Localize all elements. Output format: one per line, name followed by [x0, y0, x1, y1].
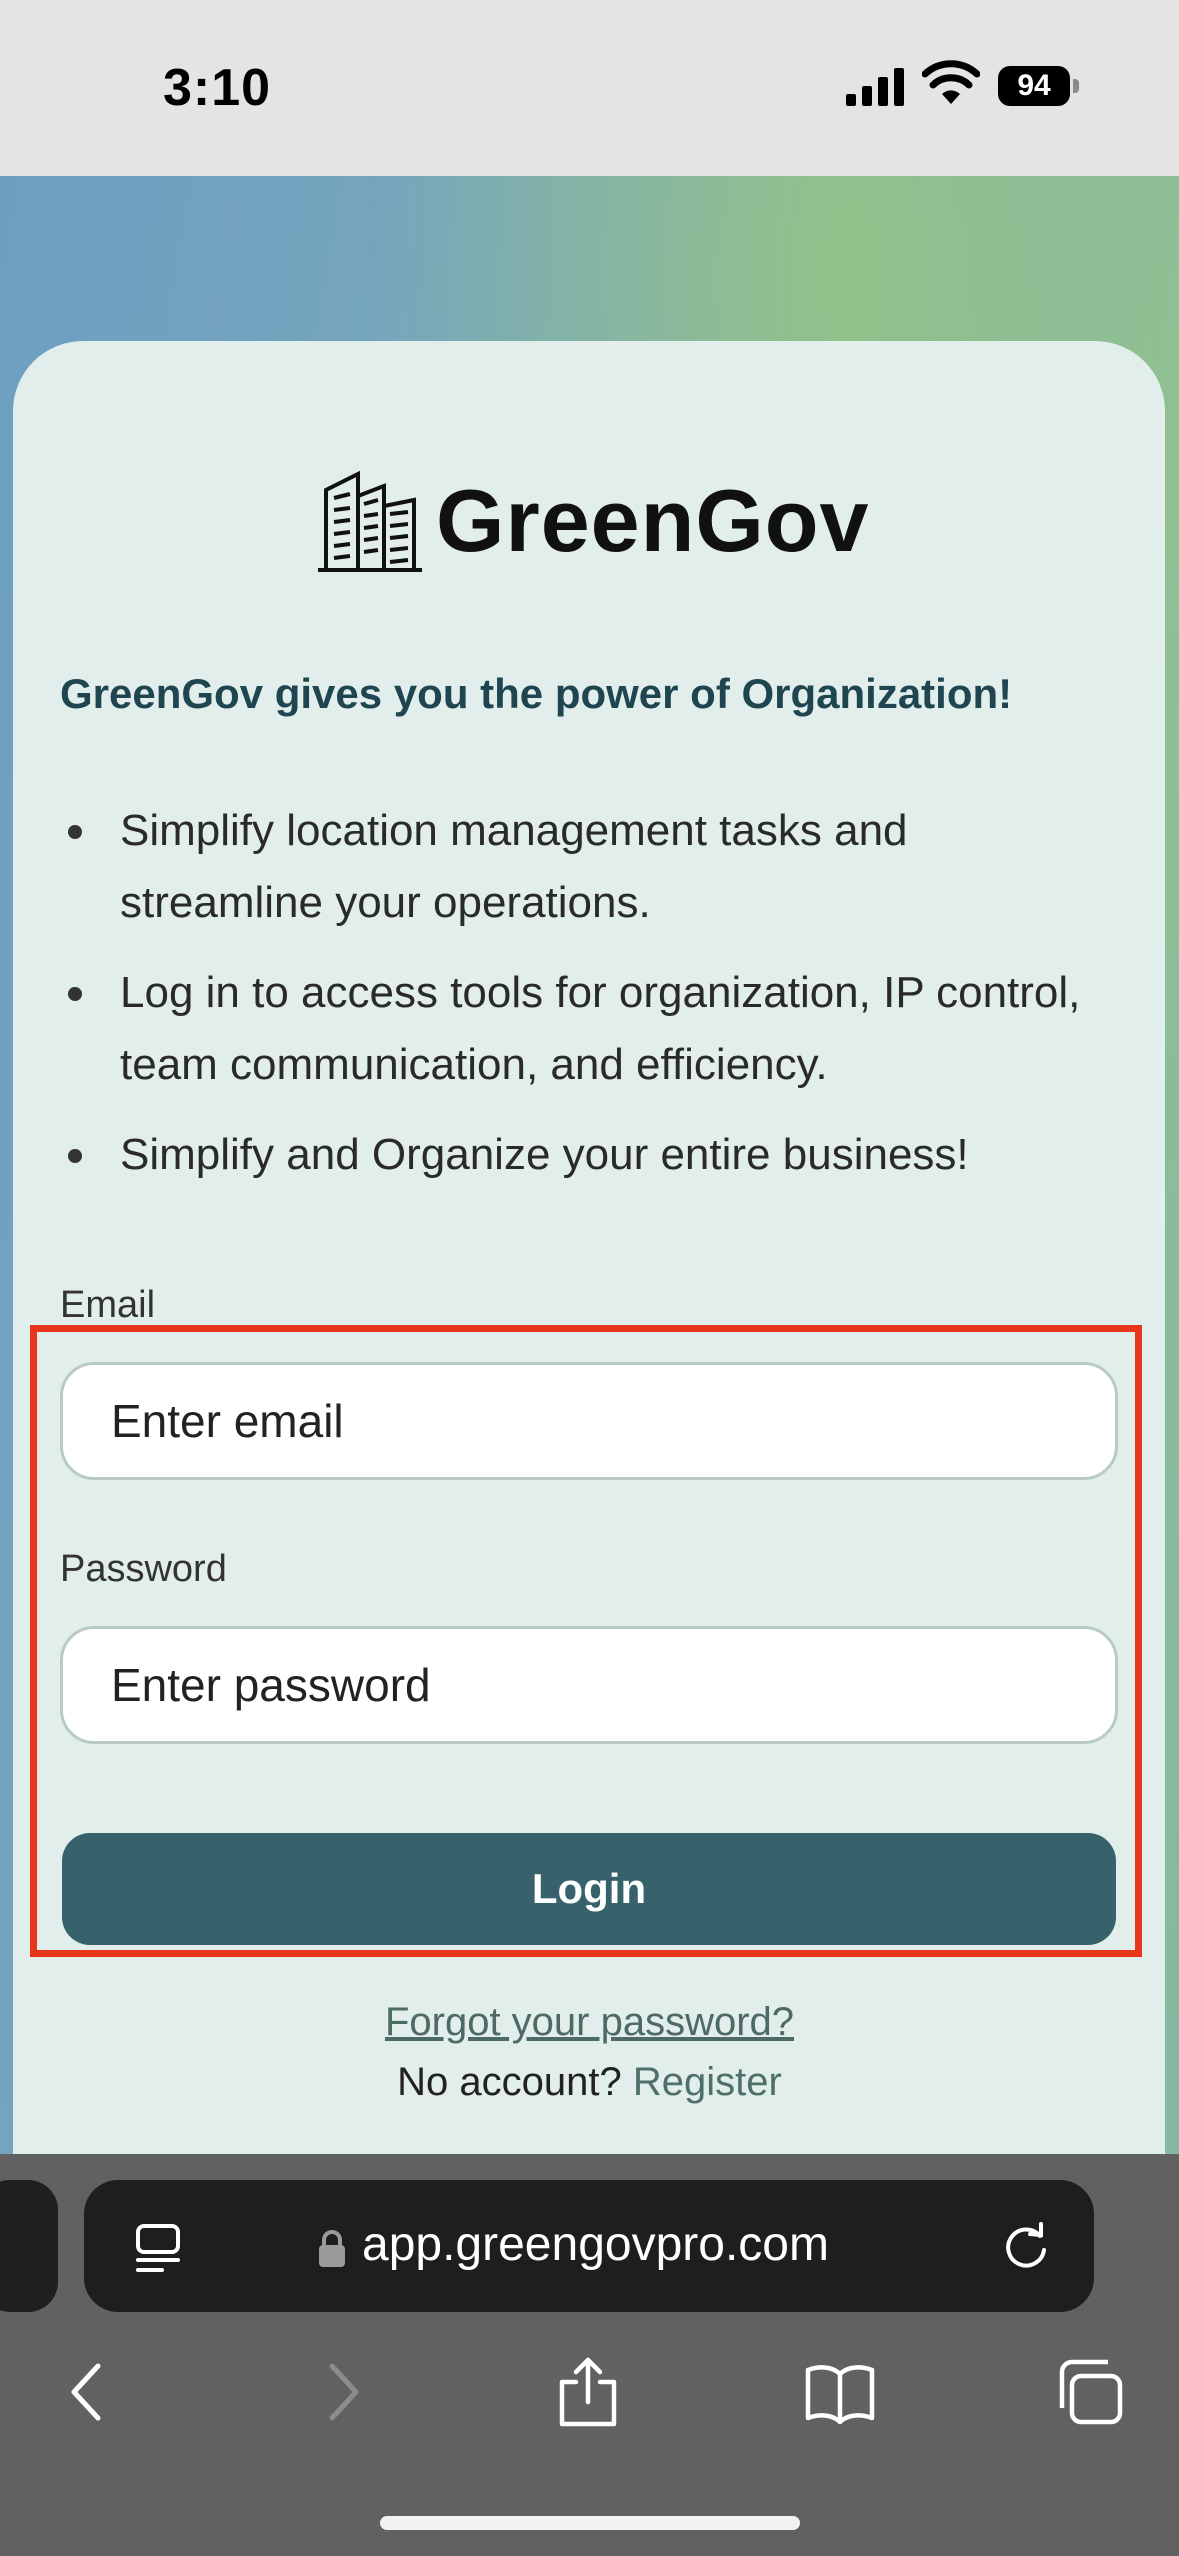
status-time: 3:10 [163, 59, 272, 117]
brand-name: GreenGov [436, 471, 870, 570]
previous-tab-preview[interactable] [0, 2180, 58, 2312]
lock-icon [319, 2230, 345, 2267]
tagline: GreenGov gives you the power of Organiza… [60, 670, 1013, 717]
cellular-signal-icon [846, 68, 904, 106]
forward-icon[interactable] [306, 2356, 378, 2428]
feature-list: Simplify location management tasks and s… [60, 795, 1100, 1209]
feature-text: Simplify and Organize your entire busine… [120, 1130, 969, 1179]
wifi-icon [922, 60, 980, 104]
share-icon[interactable] [552, 2356, 624, 2428]
no-account-text: No account? [397, 2060, 622, 2104]
feature-text: Simplify location management tasks and s… [120, 806, 908, 927]
battery-level: 94 [998, 66, 1070, 106]
forgot-password-link[interactable]: Forgot your password? [0, 2000, 1179, 2045]
feature-item: Log in to access tools for organization,… [60, 957, 1100, 1101]
feature-item: Simplify and Organize your entire busine… [60, 1119, 1100, 1191]
highlight-box [30, 1325, 1142, 1957]
bullet-icon [68, 987, 82, 1001]
feature-text: Log in to access tools for organization,… [120, 968, 1081, 1089]
email-label: Email [60, 1284, 156, 1326]
feature-item: Simplify location management tasks and s… [60, 795, 1100, 939]
bullet-icon [68, 1149, 82, 1163]
tab-overview-icon[interactable] [130, 2220, 186, 2276]
home-indicator [380, 2516, 800, 2530]
building-icon [318, 470, 422, 572]
back-icon[interactable] [52, 2356, 124, 2428]
battery-icon: 94 [998, 66, 1080, 106]
status-bar: 3:10 94 [0, 0, 1179, 176]
bullet-icon [68, 825, 82, 839]
tabs-icon[interactable] [1054, 2356, 1126, 2428]
reload-icon[interactable] [996, 2216, 1056, 2276]
register-prompt: No account? Register [0, 2060, 1179, 2105]
bookmarks-icon[interactable] [804, 2356, 876, 2428]
url-text[interactable]: app.greengovpro.com [362, 2217, 829, 2272]
register-link[interactable]: Register [633, 2060, 782, 2104]
